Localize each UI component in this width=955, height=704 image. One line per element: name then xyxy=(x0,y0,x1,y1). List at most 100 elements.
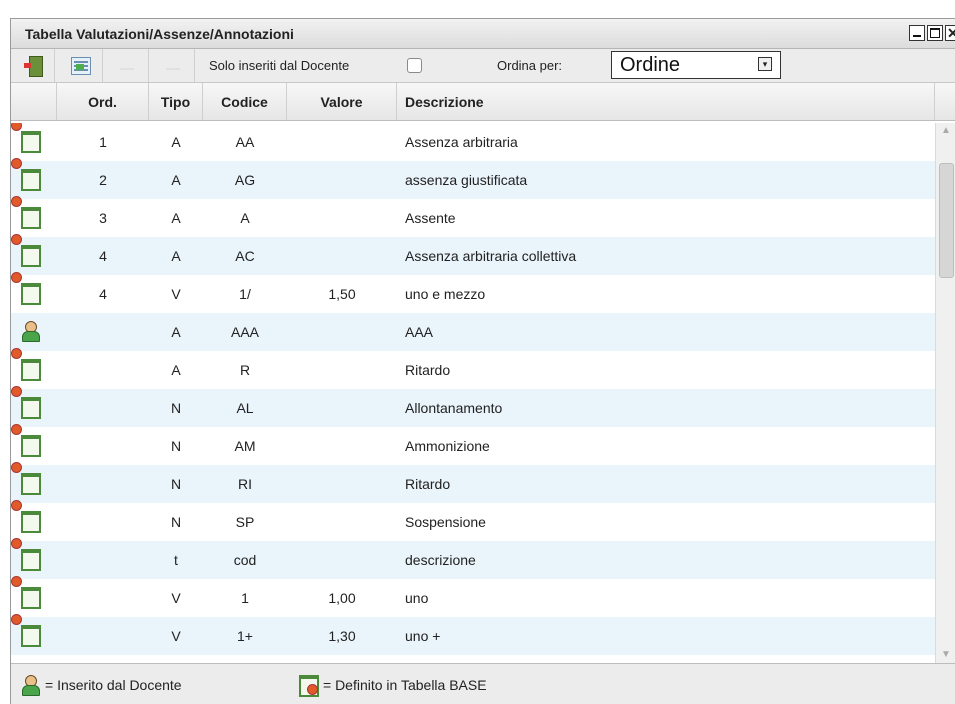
maximize-button[interactable] xyxy=(927,25,943,41)
header-ord[interactable]: Ord. xyxy=(57,83,149,120)
cell-tipo: A xyxy=(171,210,181,226)
legend-base: = Definito in Tabella BASE xyxy=(299,664,487,704)
scroll-thumb[interactable] xyxy=(939,163,954,278)
cell-ord xyxy=(57,541,149,579)
cell-codice: AG xyxy=(234,172,256,188)
cell-codice: 1 xyxy=(241,590,249,606)
cell-ord xyxy=(57,579,149,617)
table-row[interactable]: 4 V 1/1,50 uno e mezzo xyxy=(11,275,935,313)
header-icon-column xyxy=(11,83,57,120)
teacher-icon xyxy=(21,675,40,696)
cell-valore: 1,30 xyxy=(328,628,356,644)
cell-valore: 1,00 xyxy=(328,590,356,606)
cell-descrizione: Assenza arbitraria collettiva xyxy=(405,248,577,264)
base-table-icon xyxy=(299,675,319,697)
cell-codice: cod xyxy=(233,552,257,568)
cell-ord: 2 xyxy=(99,172,107,188)
table-row[interactable]: A R Ritardo xyxy=(11,351,935,389)
disabled-icon xyxy=(165,62,180,70)
cell-tipo: V xyxy=(171,590,181,606)
table-row[interactable]: t cod descrizione xyxy=(11,541,935,579)
filter-checkbox[interactable] xyxy=(407,58,422,73)
cell-codice: 1/ xyxy=(239,286,251,302)
table-row[interactable]: V 1 1,00 uno xyxy=(11,579,935,617)
header-tipo[interactable]: Tipo xyxy=(149,83,203,120)
table-row[interactable]: V 1+ 1,30 uno + xyxy=(11,617,935,655)
table-row[interactable]: N AM Ammonizione xyxy=(11,427,935,465)
order-select[interactable]: Ordine ▾ xyxy=(611,51,781,79)
cell-tipo: N xyxy=(170,514,182,530)
cell-descrizione: descrizione xyxy=(405,552,476,568)
table-row[interactable]: N RI Ritardo xyxy=(11,465,935,503)
legend-base-label: = Definito in Tabella BASE xyxy=(323,677,487,693)
cell-codice: AL xyxy=(236,400,254,416)
import-button[interactable] xyxy=(59,49,103,82)
cell-descrizione: Assenza arbitraria xyxy=(405,134,518,150)
minimize-button[interactable] xyxy=(909,25,925,41)
cell-codice: RI xyxy=(238,476,252,492)
cell-tipo: A xyxy=(171,248,181,264)
cell-tipo: V xyxy=(171,628,181,644)
cell-descrizione: assenza giustificata xyxy=(405,172,528,188)
window-controls: ✕ xyxy=(909,25,955,41)
cell-valore xyxy=(287,389,397,427)
cell-ord xyxy=(57,465,149,503)
close-button[interactable]: ✕ xyxy=(945,25,955,41)
chevron-down-icon: ▾ xyxy=(758,57,772,71)
cell-valore xyxy=(287,237,397,275)
order-select-value: Ordine xyxy=(620,54,681,76)
cell-codice: R xyxy=(239,362,251,378)
header-descrizione[interactable]: Descrizione xyxy=(397,83,935,120)
cell-descrizione: Allontanamento xyxy=(405,400,503,416)
cell-descrizione: Assente xyxy=(405,210,456,226)
cell-descrizione: uno e mezzo xyxy=(405,286,486,302)
scroll-down-icon[interactable]: ▼ xyxy=(939,649,953,661)
disabled-button-1[interactable] xyxy=(105,49,149,82)
cell-tipo: N xyxy=(170,438,182,454)
table-row[interactable]: 2 A AG assenza giustificata xyxy=(11,161,935,199)
table-row[interactable]: N SP Sospensione xyxy=(11,503,935,541)
cell-ord xyxy=(57,617,149,655)
table-row[interactable]: A AAA AAA xyxy=(11,313,935,351)
cell-valore xyxy=(287,199,397,237)
cell-ord xyxy=(57,503,149,541)
title-bar: Tabella Valutazioni/Assenze/Annotazioni … xyxy=(11,19,955,49)
cell-codice: 1+ xyxy=(237,628,253,644)
window-title: Tabella Valutazioni/Assenze/Annotazioni xyxy=(25,26,294,42)
legend-teacher: = Inserito dal Docente xyxy=(21,664,182,704)
table-row[interactable]: 3 A A Assente xyxy=(11,199,935,237)
vertical-scrollbar[interactable]: ▲ ▼ xyxy=(935,123,955,663)
cell-descrizione: uno xyxy=(405,590,429,606)
cell-tipo: A xyxy=(171,324,181,340)
scroll-up-icon[interactable]: ▲ xyxy=(939,125,953,137)
cell-valore xyxy=(287,161,397,199)
table-header: Ord. Tipo Codice Valore Descrizione xyxy=(11,83,955,121)
cell-valore xyxy=(287,351,397,389)
cell-ord xyxy=(57,427,149,465)
exit-button[interactable] xyxy=(11,49,55,82)
header-valore[interactable]: Valore xyxy=(287,83,397,120)
cell-descrizione: uno + xyxy=(405,628,441,644)
legend-teacher-label: = Inserito dal Docente xyxy=(45,677,182,693)
cell-tipo: V xyxy=(171,286,181,302)
cell-codice: AC xyxy=(235,248,255,264)
cell-valore xyxy=(287,123,397,161)
cell-valore xyxy=(287,427,397,465)
cell-descrizione: Ritardo xyxy=(405,362,451,378)
table-row[interactable]: N AL Allontanamento xyxy=(11,389,935,427)
cell-codice: SP xyxy=(235,514,255,530)
cell-ord: 4 xyxy=(99,248,107,264)
filter-label: Solo inseriti dal Docente xyxy=(209,58,350,73)
cell-valore xyxy=(287,503,397,541)
table-body: 1 A AA Assenza arbitraria 2 A AG assenza giusti… xyxy=(11,123,935,663)
table-row[interactable]: 1 A AA Assenza arbitraria xyxy=(11,123,935,161)
disabled-button-2[interactable] xyxy=(151,49,195,82)
table-row[interactable]: 4 A AC Assenza arbitraria collettiva xyxy=(11,237,935,275)
table-window: Tabella Valutazioni/Assenze/Annotazioni … xyxy=(10,18,955,704)
cell-descrizione: AAA xyxy=(405,324,434,340)
header-codice[interactable]: Codice xyxy=(203,83,287,120)
cell-ord xyxy=(57,389,149,427)
cell-ord: 1 xyxy=(99,134,107,150)
cell-tipo: A xyxy=(171,172,181,188)
cell-ord xyxy=(57,313,149,351)
